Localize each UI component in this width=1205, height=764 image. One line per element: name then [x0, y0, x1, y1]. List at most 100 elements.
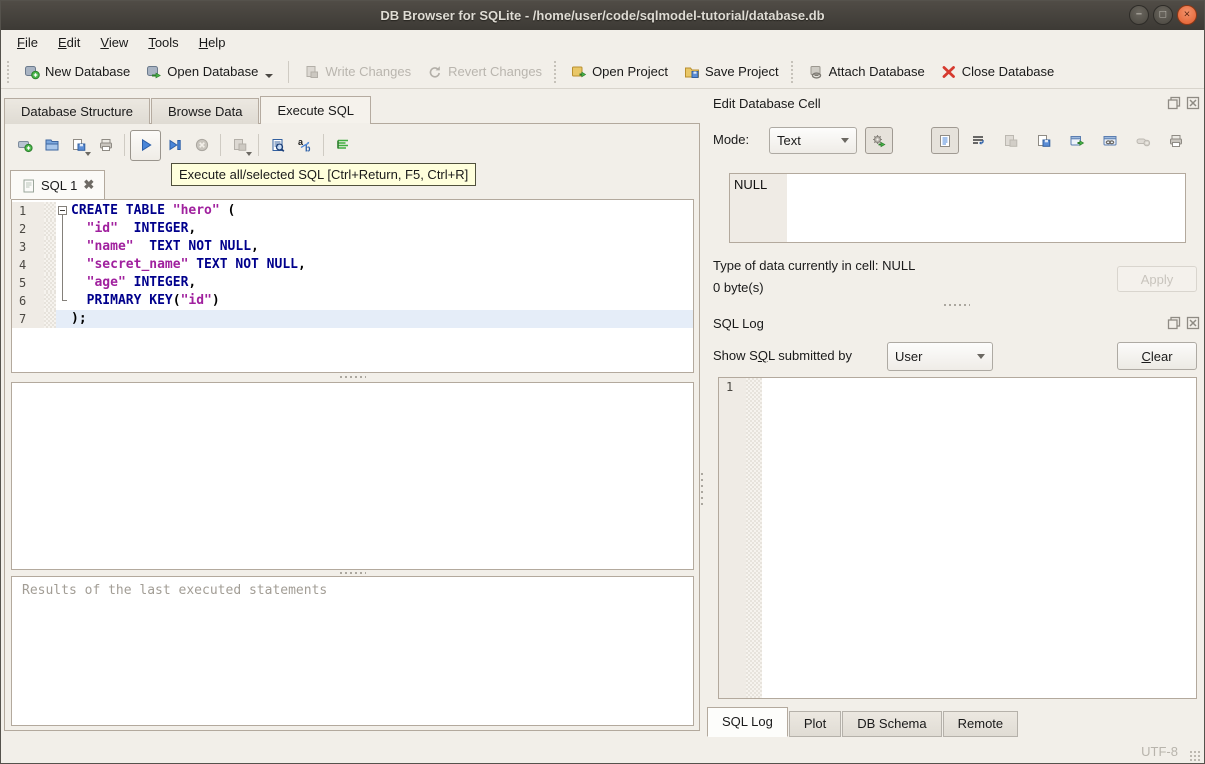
code-line-6[interactable]: 6 PRIMARY KEY("id"): [12, 292, 693, 310]
code-line-5[interactable]: 5 "age" INTEGER,: [12, 274, 693, 292]
code-text: "age" INTEGER,: [71, 274, 693, 292]
splitter-results-messages[interactable]: [11, 570, 694, 575]
title-bar[interactable]: DB Browser for SQLite - /home/user/code/…: [1, 1, 1204, 30]
splitter-main-vertical[interactable]: [701, 473, 703, 507]
toolbar-button-label: Open Project: [592, 64, 668, 79]
save-project-button[interactable]: Save Project: [676, 60, 787, 84]
save-sql-file-button[interactable]: [65, 132, 92, 159]
open-external-button[interactable]: [1063, 127, 1091, 154]
main-tab-bar: Database Structure Browse Data Execute SQL: [4, 96, 372, 125]
open-project-icon: [571, 64, 587, 80]
text-mode-button[interactable]: [931, 127, 959, 154]
code-line-3[interactable]: 3 "name" TEXT NOT NULL,: [12, 238, 693, 256]
dock-tab-remote[interactable]: Remote: [942, 711, 1019, 737]
splitter-dock[interactable]: [707, 302, 1204, 307]
resize-grip-icon[interactable]: [1189, 750, 1201, 762]
sql-log-title: SQL Log: [713, 316, 764, 331]
close-button[interactable]: ×: [1177, 5, 1197, 25]
attach-database-icon: [808, 64, 824, 80]
sql-tab-close-icon[interactable]: ✖: [83, 177, 94, 193]
fold-margin: [44, 238, 56, 256]
tab-sql-1[interactable]: SQL 1 ✖: [10, 170, 106, 199]
code-text: "id" INTEGER,: [71, 220, 693, 238]
format-sql-button[interactable]: [329, 132, 356, 159]
log-filter-select[interactable]: User: [887, 342, 993, 371]
code-line-2[interactable]: 2 "id" INTEGER,: [12, 220, 693, 238]
minimize-button[interactable]: −: [1129, 5, 1149, 25]
encoding-indicator[interactable]: UTF-8: [1141, 744, 1178, 759]
new-database-button[interactable]: New Database: [16, 60, 138, 84]
sql-tab-label: SQL 1: [41, 177, 78, 193]
fold-line: [62, 220, 63, 238]
code-line-7[interactable]: 7);: [12, 310, 693, 328]
replace-button[interactable]: ab: [291, 132, 318, 159]
maximize-button[interactable]: □: [1153, 5, 1173, 25]
close-panel-icon[interactable]: [1185, 315, 1200, 330]
close-panel-icon[interactable]: [1185, 95, 1200, 110]
write-changes-button[interactable]: Write Changes: [296, 60, 419, 84]
minimize-icon: −: [1135, 8, 1143, 20]
close-database-button[interactable]: Close Database: [933, 60, 1063, 84]
window-controls: − □ ×: [1129, 5, 1197, 25]
menu-view[interactable]: View: [90, 32, 138, 53]
edit-cell-header-icons: [1166, 95, 1200, 110]
stop-button[interactable]: [188, 132, 215, 159]
set-null-button[interactable]: [1129, 127, 1157, 154]
tab-database-structure[interactable]: Database Structure: [4, 98, 151, 124]
dock-tab-plot[interactable]: Plot: [788, 711, 842, 737]
fold-column[interactable]: [56, 202, 71, 220]
menu-help[interactable]: Help: [189, 32, 236, 53]
fold-margin: [44, 310, 56, 328]
code-line-4[interactable]: 4 "secret_name" TEXT NOT NULL,: [12, 256, 693, 274]
revert-changes-button[interactable]: Revert Changes: [419, 60, 550, 84]
fold-collapse-icon[interactable]: [58, 206, 67, 215]
menu-edit[interactable]: Edit: [48, 32, 90, 53]
print-button[interactable]: [92, 132, 119, 159]
execute-line-button[interactable]: [161, 132, 188, 159]
print-cell-button[interactable]: [1162, 127, 1190, 154]
fold-column: [56, 256, 71, 274]
cell-value-editor[interactable]: NULL: [729, 173, 1186, 243]
status-bar: UTF-8: [1, 738, 1204, 763]
fold-column: [56, 220, 71, 238]
dock-tab-sql-log[interactable]: SQL Log: [707, 707, 788, 737]
menu-file[interactable]: File: [7, 32, 48, 53]
clear-log-button[interactable]: Clear: [1117, 342, 1197, 370]
open-database-button[interactable]: Open Database: [138, 60, 281, 84]
import-cell-button[interactable]: [997, 127, 1025, 154]
import-icon: [1003, 133, 1019, 149]
open-sql-file-button[interactable]: [38, 132, 65, 159]
open-file-icon: [44, 137, 60, 153]
auto-mode-button[interactable]: [865, 127, 893, 154]
export-cell-button[interactable]: [1030, 127, 1058, 154]
sql-log-view[interactable]: 1: [718, 377, 1197, 699]
menu-tools[interactable]: Tools: [138, 32, 188, 53]
copy-link-button[interactable]: [1096, 127, 1124, 154]
apply-button[interactable]: Apply: [1117, 266, 1197, 292]
toolbar-button-label: Revert Changes: [448, 64, 543, 79]
new-database-icon: [24, 64, 40, 80]
mode-select[interactable]: Text: [769, 127, 857, 154]
app-window: DB Browser for SQLite - /home/user/code/…: [0, 0, 1205, 764]
execute-all-button[interactable]: [130, 129, 161, 161]
new-sql-tab-button[interactable]: [11, 132, 38, 159]
find-button[interactable]: [264, 132, 291, 159]
save-results-button[interactable]: [226, 132, 253, 159]
tab-execute-sql[interactable]: Execute SQL: [260, 96, 372, 125]
code-line-1[interactable]: 1 CREATE TABLE "hero" (: [12, 202, 693, 220]
sql-code-editor[interactable]: 1 CREATE TABLE "hero" (2 "id" INTEGER, 3 "…: [11, 199, 694, 373]
tab-browse-data[interactable]: Browse Data: [151, 98, 260, 124]
results-grid[interactable]: [11, 382, 694, 570]
float-panel-icon[interactable]: [1166, 95, 1181, 110]
play-line-icon: [167, 137, 183, 153]
document-icon: [937, 133, 953, 149]
splitter-editor-results[interactable]: [11, 374, 694, 379]
fold-column: [56, 238, 71, 256]
open-project-button[interactable]: Open Project: [563, 60, 676, 84]
word-wrap-button[interactable]: [964, 127, 992, 154]
float-panel-icon[interactable]: [1166, 315, 1181, 330]
attach-database-button[interactable]: Attach Database: [800, 60, 933, 84]
dock-tab-db-schema[interactable]: DB Schema: [842, 711, 942, 737]
toolbar-handle: [790, 60, 796, 83]
results-message-area[interactable]: Results of the last executed statements: [11, 576, 694, 726]
